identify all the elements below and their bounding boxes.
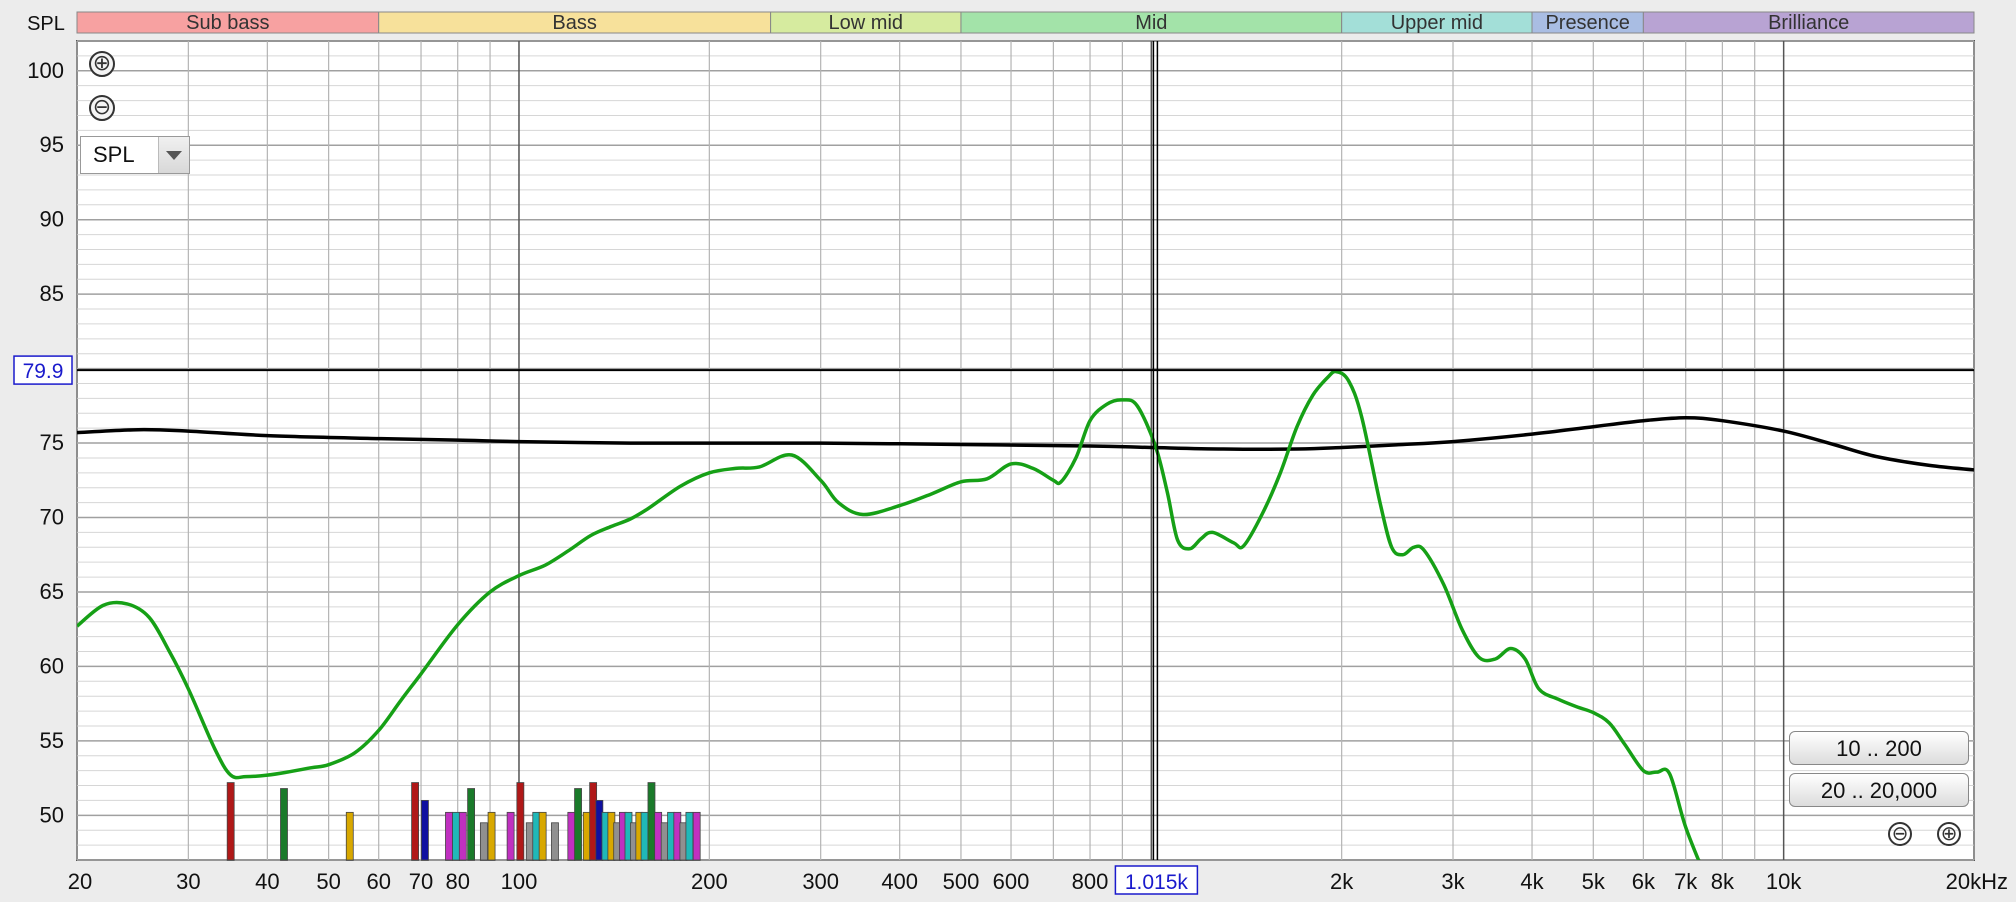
y-tick-label-50: 50 <box>40 802 64 827</box>
dropdown-selected-value: SPL <box>93 142 135 167</box>
marker-bar-36 <box>685 811 694 861</box>
cursor-x-readout: 1.015k <box>1125 871 1189 894</box>
band-label-6: Brilliance <box>1768 12 1849 34</box>
band-label-3: Mid <box>1135 12 1167 34</box>
marker-bar-10 <box>487 811 496 861</box>
zoom-out-icon[interactable]: ⊖ <box>89 95 115 121</box>
marker-bar-17 <box>567 811 576 861</box>
range-10-200-button[interactable]: 10 .. 200 <box>1789 731 1969 765</box>
y-tick-label-65: 65 <box>40 579 64 604</box>
marker-bar-11 <box>506 811 515 861</box>
x-tick-label-300: 300 <box>802 869 839 894</box>
y-tick-label-85: 85 <box>40 281 64 306</box>
marker-bar-37 <box>692 811 701 861</box>
marker-bar-3 <box>411 782 419 861</box>
horizontal-zoom-in-icon[interactable]: ⊕ <box>1937 822 1961 846</box>
band-label-0: Sub bass <box>186 12 269 34</box>
plot-area <box>76 40 1975 861</box>
marker-bar-5 <box>445 811 453 861</box>
marker-bar-0 <box>226 782 235 861</box>
x-tick-label-80: 80 <box>445 869 469 894</box>
y-axis-label: SPL <box>27 13 65 35</box>
cursor-y-readout: 79.9 <box>23 360 64 383</box>
x-tick-label-60: 60 <box>366 869 390 894</box>
x-tick-label-3000: 3k <box>1441 869 1465 894</box>
marker-bar-4 <box>421 800 429 861</box>
y-tick-label-55: 55 <box>40 728 64 753</box>
y-tick-label-100: 100 <box>27 58 64 83</box>
y-tick-label-95: 95 <box>40 132 64 157</box>
x-tick-label-6000: 6k <box>1632 869 1656 894</box>
range-20-20000-button[interactable]: 20 .. 20,000 <box>1789 773 1969 807</box>
x-tick-label-7000: 7k <box>1674 869 1698 894</box>
y-tick-label-75: 75 <box>40 430 64 455</box>
marker-bar-13 <box>525 822 534 861</box>
x-tick-label-70: 70 <box>409 869 433 894</box>
x-tick-label-40: 40 <box>255 869 279 894</box>
x-tick-label-400: 400 <box>881 869 918 894</box>
marker-bar-32 <box>660 822 669 861</box>
marker-bar-14 <box>532 811 541 861</box>
x-tick-label-600: 600 <box>993 869 1030 894</box>
y-tick-label-60: 60 <box>40 653 64 678</box>
marker-bar-15 <box>538 811 547 861</box>
spl-chart[interactable]: Sub bass Bass Low mid Mid Upper mid Presence B… <box>0 0 2016 902</box>
marker-bar-9 <box>479 822 488 861</box>
marker-bar-8 <box>467 788 476 861</box>
marker-bar-7 <box>458 811 467 861</box>
band-label-2: Low mid <box>829 12 903 34</box>
x-tick-label-10000: 10k <box>1766 869 1802 894</box>
marker-bar-31 <box>654 811 663 861</box>
chevron-down-icon[interactable] <box>158 137 189 173</box>
measurement-type-dropdown[interactable]: SPL <box>80 136 190 174</box>
marker-bar-6 <box>452 811 460 861</box>
band-label-1: Bass <box>552 12 596 34</box>
y-tick-label-70: 70 <box>40 505 64 530</box>
x-tick-label-200: 200 <box>691 869 728 894</box>
marker-bar-16 <box>551 822 559 861</box>
zoom-in-icon[interactable]: ⊕ <box>89 51 115 77</box>
marker-bar-18 <box>574 788 582 861</box>
x-tick-label-4000: 4k <box>1520 869 1544 894</box>
band-label-5: Presence <box>1545 12 1630 34</box>
x-tick-label-50: 50 <box>316 869 340 894</box>
x-tick-label-100: 100 <box>501 869 538 894</box>
band-label-4: Upper mid <box>1391 12 1483 34</box>
x-tick-label-20: 20 <box>68 869 92 894</box>
horizontal-zoom-out-icon[interactable]: ⊖ <box>1888 822 1912 846</box>
x-tick-label-8000: 8k <box>1711 869 1735 894</box>
x-tick-label-20000: 20kHz <box>1946 869 2008 894</box>
y-tick-label-90: 90 <box>40 207 64 232</box>
x-tick-label-800: 800 <box>1072 869 1109 894</box>
x-tick-label-30: 30 <box>176 869 200 894</box>
marker-bar-19 <box>582 811 591 861</box>
x-tick-label-500: 500 <box>943 869 980 894</box>
marker-bar-30 <box>647 782 656 861</box>
marker-bar-29 <box>640 811 649 861</box>
marker-bar-1 <box>280 788 288 861</box>
marker-bar-12 <box>516 782 525 861</box>
x-tick-label-2000: 2k <box>1330 869 1354 894</box>
x-tick-label-5000: 5k <box>1582 869 1606 894</box>
marker-bar-2 <box>345 811 354 861</box>
